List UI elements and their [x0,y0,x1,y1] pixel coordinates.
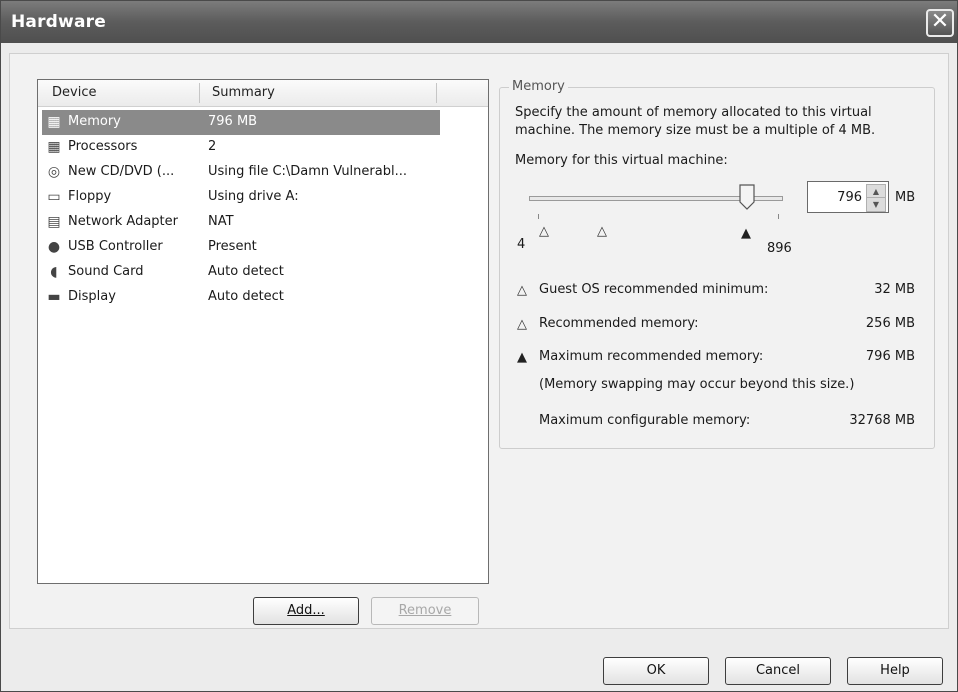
device-row-usb-controller[interactable]: ● USB Controller Present [42,235,440,260]
recommended-label: Recommended memory: [539,316,699,331]
chevron-up-icon: ▲ [872,187,880,196]
memory-slider-thumb[interactable] [739,184,755,210]
device-name: USB Controller [68,239,163,254]
device-name: Processors [68,139,138,154]
cancel-button[interactable]: Cancel [725,657,831,685]
cd-dvd-icon: ◎ [47,164,61,180]
device-row-cd-dvd[interactable]: ◎ New CD/DVD (... Using file C:\Damn Vul… [42,160,440,185]
spin-down-button[interactable]: ▼ [866,197,886,212]
memory-unit: MB [895,190,916,205]
memory-value: 796 [837,190,862,205]
guest-min-legend-icon: △ [517,283,527,298]
ok-button-label: OK [646,663,666,678]
device-summary: 796 MB [208,114,258,129]
device-row-network-adapter[interactable]: ▤ Network Adapter NAT [42,210,440,235]
device-name: Sound Card [68,264,144,279]
add-button-label: Add... [287,603,325,618]
slider-tick [538,214,539,219]
memory-field-label: Memory for this virtual machine: [515,153,728,168]
memory-description-line2: machine. The memory size must be a multi… [515,123,876,138]
cancel-button-label: Cancel [755,663,801,678]
device-row-floppy[interactable]: ▭ Floppy Using drive A: [42,185,440,210]
max-config-label: Maximum configurable memory: [539,413,751,428]
slider-min-label: 4 [517,237,526,252]
guest-min-label: Guest OS recommended minimum: [539,282,769,297]
column-divider[interactable] [199,83,200,103]
slider-max-label: 896 [767,241,792,256]
max-recommended-value: 796 MB [865,349,915,364]
help-button[interactable]: Help [847,657,943,685]
device-name: Floppy [68,189,112,204]
add-button[interactable]: Add... [253,597,359,625]
title-bar[interactable]: Hardware ✕ [1,1,957,43]
hardware-dialog: Hardware ✕ Device Summary ▦ Memory 796 M… [0,0,958,692]
close-button[interactable]: ✕ [926,9,954,37]
device-name: Network Adapter [68,214,178,229]
sound-icon: ◖ [50,264,58,280]
device-summary: Auto detect [208,264,284,279]
device-name: Display [68,289,116,304]
device-name: New CD/DVD (... [68,164,175,179]
device-summary: 2 [208,139,217,154]
device-summary: Auto detect [208,289,284,304]
max-config-value: 32768 MB [849,413,915,428]
close-icon: ✕ [930,9,950,34]
guest-min-marker-icon: △ [539,224,549,239]
remove-button-label: Remove [398,603,452,618]
floppy-icon: ▭ [47,189,61,205]
memory-group-label: Memory [509,79,568,94]
device-row-sound-card[interactable]: ◖ Sound Card Auto detect [42,260,440,285]
max-recommended-marker-icon: ▲ [741,226,751,241]
recommended-legend-icon: △ [517,317,527,332]
memory-chip-icon: ▦ [47,114,61,130]
device-summary: Using file C:\Damn Vulnerabl... [208,164,407,179]
device-name: Memory [68,114,121,129]
usb-icon: ● [47,239,61,255]
ok-button[interactable]: OK [603,657,709,685]
help-button-label: Help [880,663,910,678]
device-list-header: Device Summary [38,80,488,107]
recommended-marker-icon: △ [597,224,607,239]
network-adapter-icon: ▤ [47,214,61,230]
column-divider[interactable] [436,83,437,103]
processor-icon: ▦ [47,139,61,155]
swap-note: (Memory swapping may occur beyond this s… [539,377,855,392]
device-summary: Using drive A: [208,189,299,204]
column-header-device[interactable]: Device [52,85,96,100]
window-title: Hardware [11,12,106,32]
device-summary: NAT [208,214,234,229]
memory-group [499,87,935,449]
device-row-processors[interactable]: ▦ Processors 2 [42,135,440,160]
device-summary: Present [208,239,257,254]
remove-button[interactable]: Remove [371,597,479,625]
device-row-memory[interactable]: ▦ Memory 796 MB [42,110,440,135]
guest-min-value: 32 MB [874,282,915,297]
slider-tick [778,214,779,219]
display-icon: ▬ [47,289,61,305]
device-list[interactable]: Device Summary ▦ Memory 796 MB ▦ Process… [37,79,489,584]
memory-spinbox[interactable]: 796 ▲ ▼ [807,181,889,213]
device-row-display[interactable]: ▬ Display Auto detect [42,285,440,310]
recommended-value: 256 MB [865,316,915,331]
max-recommended-legend-icon: ▲ [517,350,527,365]
chevron-down-icon: ▼ [872,200,880,209]
column-header-summary[interactable]: Summary [212,85,275,100]
max-recommended-label: Maximum recommended memory: [539,349,764,364]
memory-description-line1: Specify the amount of memory allocated t… [515,105,872,120]
